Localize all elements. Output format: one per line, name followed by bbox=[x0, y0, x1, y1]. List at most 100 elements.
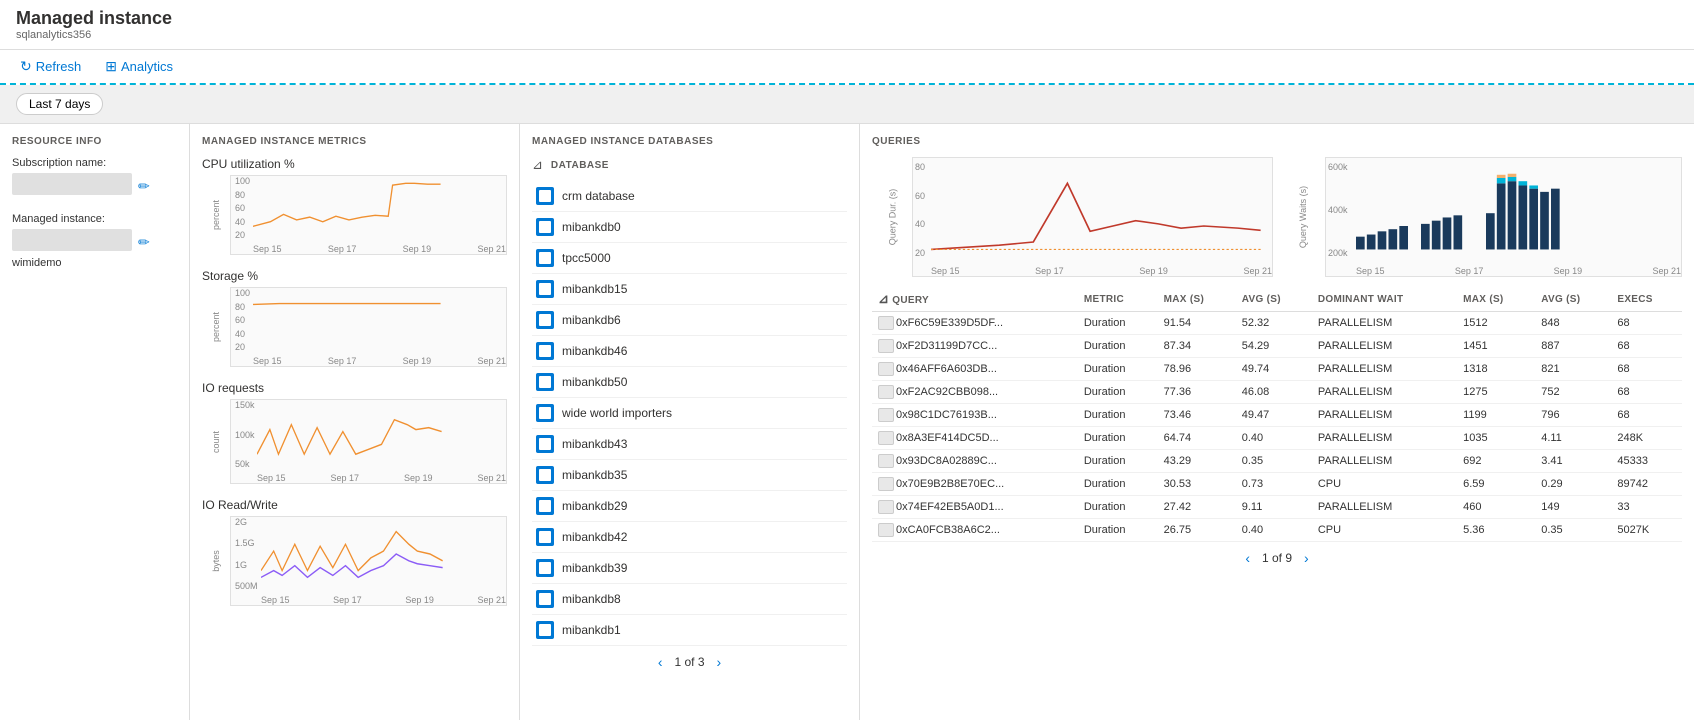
avg-cell: 0.35 bbox=[1236, 450, 1312, 473]
col-header-dw-max: MAX (S) bbox=[1457, 287, 1535, 312]
list-item[interactable]: mibankdb15 bbox=[532, 274, 847, 305]
col-header-max: MAX (S) bbox=[1158, 287, 1236, 312]
time-range-button[interactable]: Last 7 days bbox=[16, 93, 103, 115]
table-row[interactable]: 0x93DC8A02889C... Duration 43.29 0.35 PA… bbox=[872, 450, 1682, 473]
db-pagination-text: 1 of 3 bbox=[674, 655, 704, 669]
dw-avg-cell: 796 bbox=[1535, 404, 1611, 427]
db-col-label: DATABASE bbox=[551, 160, 609, 171]
metric-cell: Duration bbox=[1078, 381, 1158, 404]
list-item[interactable]: mibankdb1 bbox=[532, 615, 847, 646]
table-row[interactable]: 0xF2AC92CBB098... Duration 77.36 46.08 P… bbox=[872, 381, 1682, 404]
managed-instance-value-box bbox=[12, 229, 132, 251]
list-item[interactable]: mibankdb8 bbox=[532, 584, 847, 615]
q-waits-svg bbox=[1356, 162, 1681, 258]
dw-avg-cell: 149 bbox=[1535, 496, 1611, 519]
dw-max-cell: 692 bbox=[1457, 450, 1535, 473]
query-waits-chart: Query Waits (s) 200k400k600k bbox=[1281, 157, 1682, 277]
queries-section: QUERIES Query Dur. (s) 20406080 bbox=[860, 124, 1694, 720]
refresh-button[interactable]: ↻ Refresh bbox=[16, 56, 85, 77]
list-item[interactable]: tpcc5000 bbox=[532, 243, 847, 274]
io-requests-chart-title: IO requests bbox=[202, 381, 507, 395]
dominant-wait-cell: PARALLELISM bbox=[1312, 358, 1457, 381]
avg-cell: 0.73 bbox=[1236, 473, 1312, 496]
table-row[interactable]: 0x98C1DC76193B... Duration 73.46 49.47 P… bbox=[872, 404, 1682, 427]
query-icon bbox=[878, 523, 894, 537]
table-row[interactable]: 0xF2D31199D7CC... Duration 87.34 54.29 P… bbox=[872, 335, 1682, 358]
dominant-wait-cell: PARALLELISM bbox=[1312, 450, 1457, 473]
db-next-button[interactable]: › bbox=[713, 654, 726, 670]
list-item[interactable]: mibankdb50 bbox=[532, 367, 847, 398]
list-item[interactable]: mibankdb6 bbox=[532, 305, 847, 336]
databases-label: MANAGED INSTANCE DATABASES bbox=[532, 136, 847, 147]
db-icon bbox=[536, 528, 554, 546]
query-icon bbox=[878, 385, 894, 399]
storage-chart-block: Storage % percent 20406080100 Sep 15S bbox=[202, 269, 507, 367]
list-item[interactable]: crm database bbox=[532, 181, 847, 212]
managed-instance-edit-icon[interactable]: ✏ bbox=[138, 234, 150, 251]
db-prev-button[interactable]: ‹ bbox=[654, 654, 667, 670]
resource-info-section: RESOURCE INFO Subscription name: ✏ Manag… bbox=[0, 124, 190, 720]
managed-instance-field: Managed instance: ✏ wimidemo bbox=[12, 213, 177, 269]
avg-cell: 9.11 bbox=[1236, 496, 1312, 519]
table-row[interactable]: 0xF6C59E339D5DF... Duration 91.54 52.32 … bbox=[872, 312, 1682, 335]
queries-pagination: ‹ 1 of 9 › bbox=[872, 542, 1682, 574]
io-rw-chart-block: IO Read/Write bytes 500M1G1.5G2G bbox=[202, 498, 507, 606]
table-row[interactable]: 0x70E9B2B8E70EC... Duration 30.53 0.73 C… bbox=[872, 473, 1682, 496]
execs-cell: 89742 bbox=[1611, 473, 1682, 496]
cpu-chart-block: CPU utilization % percent 20406080100 bbox=[202, 157, 507, 255]
table-row[interactable]: 0x46AFF6A603DB... Duration 78.96 49.74 P… bbox=[872, 358, 1682, 381]
dw-avg-cell: 887 bbox=[1535, 335, 1611, 358]
analytics-label: Analytics bbox=[121, 59, 173, 74]
list-item[interactable]: mibankdb43 bbox=[532, 429, 847, 460]
dominant-wait-cell: PARALLELISM bbox=[1312, 312, 1457, 335]
refresh-label: Refresh bbox=[36, 59, 82, 74]
table-row[interactable]: 0x74EF42EB5A0D1... Duration 27.42 9.11 P… bbox=[872, 496, 1682, 519]
io-requests-chart-area: 50k100k150k Sep 15Sep 17Sep 19Sep 21 bbox=[230, 399, 507, 484]
cpu-chart-title: CPU utilization % bbox=[202, 157, 507, 171]
list-item[interactable]: wide world importers bbox=[532, 398, 847, 429]
analytics-button[interactable]: ⊞ Analytics bbox=[101, 56, 177, 77]
managed-instance-label: Managed instance: bbox=[12, 213, 177, 225]
list-item[interactable]: mibankdb39 bbox=[532, 553, 847, 584]
subscription-field: Subscription name: ✏ bbox=[12, 157, 177, 199]
db-filter-icon[interactable]: ⊿ bbox=[532, 157, 543, 173]
db-pagination: ‹ 1 of 3 › bbox=[532, 646, 847, 678]
db-icon bbox=[536, 280, 554, 298]
io-requests-chart-block: IO requests count 50k100k150k Sep 15S bbox=[202, 381, 507, 484]
avg-cell: 52.32 bbox=[1236, 312, 1312, 335]
query-filter-icon[interactable]: ⊿ bbox=[878, 291, 889, 306]
io-req-y-label: count bbox=[211, 430, 221, 452]
list-item[interactable]: mibankdb29 bbox=[532, 491, 847, 522]
max-cell: 26.75 bbox=[1158, 519, 1236, 542]
db-name: mibankdb1 bbox=[562, 623, 621, 637]
metric-cell: Duration bbox=[1078, 335, 1158, 358]
query-icon bbox=[878, 431, 894, 445]
subscription-label: Subscription name: bbox=[12, 157, 177, 169]
query-cell: 0x8A3EF414DC5D... bbox=[872, 427, 1078, 450]
queries-prev-button[interactable]: ‹ bbox=[1241, 550, 1254, 566]
max-cell: 73.46 bbox=[1158, 404, 1236, 427]
queries-next-button[interactable]: › bbox=[1300, 550, 1313, 566]
list-item[interactable]: mibankdb35 bbox=[532, 460, 847, 491]
db-icon bbox=[536, 373, 554, 391]
subscription-edit-icon[interactable]: ✏ bbox=[138, 178, 150, 195]
table-row[interactable]: 0xCA0FCB38A6C2... Duration 26.75 0.40 CP… bbox=[872, 519, 1682, 542]
table-row[interactable]: 0x8A3EF414DC5D... Duration 64.74 0.40 PA… bbox=[872, 427, 1682, 450]
managed-instance-value: wimidemo bbox=[12, 257, 177, 269]
storage-svg bbox=[253, 288, 506, 352]
query-icon bbox=[878, 408, 894, 422]
dominant-wait-cell: PARALLELISM bbox=[1312, 404, 1457, 427]
query-cell: 0xF6C59E339D5DF... bbox=[872, 312, 1078, 335]
avg-cell: 49.74 bbox=[1236, 358, 1312, 381]
queries-table: ⊿ QUERY METRIC MAX (S) AVG (S) DOMINANT … bbox=[872, 287, 1682, 542]
query-cell: 0x74EF42EB5A0D1... bbox=[872, 496, 1078, 519]
col-header-query: ⊿ QUERY bbox=[872, 287, 1078, 312]
col-header-metric: METRIC bbox=[1078, 287, 1158, 312]
list-item[interactable]: mibankdb42 bbox=[532, 522, 847, 553]
dw-avg-cell: 752 bbox=[1535, 381, 1611, 404]
max-cell: 78.96 bbox=[1158, 358, 1236, 381]
cpu-y-label: percent bbox=[211, 200, 221, 230]
list-item[interactable]: mibankdb0 bbox=[532, 212, 847, 243]
db-icon bbox=[536, 497, 554, 515]
list-item[interactable]: mibankdb46 bbox=[532, 336, 847, 367]
